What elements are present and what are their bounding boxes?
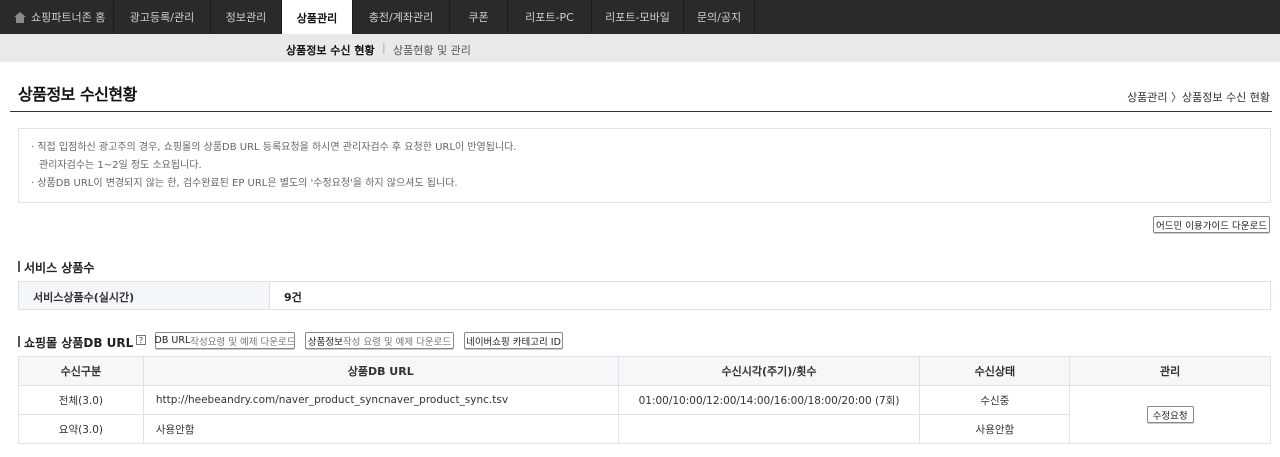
- db-url-guide-light: 작성요령 및 예제 다운로드: [190, 336, 296, 348]
- cell-db-url: 사용안함: [142, 414, 619, 444]
- tab-info-manage[interactable]: 정보관리: [211, 0, 282, 34]
- header-receive-type: 수신구분: [18, 356, 144, 386]
- cell-receive-status: 수신중: [919, 385, 1071, 415]
- page-title: 상품정보 수신현황: [18, 85, 137, 104]
- tab-coupon[interactable]: 쿠폰: [450, 0, 508, 34]
- subnav-separator: |: [382, 41, 386, 54]
- title-divider: [10, 111, 1272, 112]
- notice-line: 관리자검수는 1~2일 정도 소요됩니다.: [39, 160, 202, 171]
- naver-category-id-label: 네이버쇼핑 카테고리 ID: [466, 336, 561, 348]
- tab-product-manage[interactable]: 상품관리: [282, 0, 353, 35]
- cell-receive-type: 전체(3.0): [18, 385, 144, 415]
- cell-receive-status: 사용안함: [919, 414, 1071, 444]
- header-db-url: 상품DB URL: [142, 356, 619, 386]
- tab-report-pc[interactable]: 리포트-PC: [508, 0, 592, 34]
- notice-box: · 직접 입점하신 광고주의 경우, 쇼핑몰의 상품DB URL 등록요청을 하…: [18, 128, 1271, 203]
- guide-download-button[interactable]: 어드민 이용가이드 다운로드: [1153, 216, 1270, 233]
- home-icon: [14, 11, 26, 23]
- nav-home-label: 쇼핑파트너존 홈: [31, 11, 106, 24]
- notice-line: · 상품DB URL이 변경되지 않는 한, 검수완료된 EP URL은 별도의…: [31, 178, 458, 189]
- sub-nav: 상품정보 수신 현황 | 상품현황 및 관리: [0, 34, 1280, 62]
- service-count-value: 9건: [284, 291, 302, 304]
- db-url-table: 수신구분 상품DB URL 수신시각(주기)/횟수 수신상태 관리 전체(3.0…: [18, 356, 1271, 444]
- tab-report-mobile[interactable]: 리포트-모바일: [592, 0, 684, 34]
- header-receive-time: 수신시각(주기)/횟수: [617, 356, 921, 386]
- cell-receive-time: [617, 414, 921, 444]
- service-count-title: 서비스 상품수: [18, 259, 94, 276]
- cell-receive-type: 요약(3.0): [18, 414, 144, 444]
- tab-inquiry-notice[interactable]: 문의/공지: [684, 0, 755, 34]
- product-info-guide-strong: 상품정보: [307, 336, 343, 348]
- subnav-item-product-status[interactable]: 상품현황 및 관리: [393, 42, 471, 58]
- cell-db-url: http://heebeandry.com/naver_product_sync…: [142, 385, 619, 415]
- table-header-row: 수신구분 상품DB URL 수신시각(주기)/횟수 수신상태 관리: [18, 356, 1271, 386]
- service-count-box: 서비스상품수(실시간) 9건: [18, 281, 1271, 310]
- product-info-guide-light: 작성 요령 및 예제 다운로드: [342, 336, 452, 348]
- breadcrumb: 상품관리 〉상품정보 수신 현황: [1127, 91, 1270, 104]
- db-url-guide-button[interactable]: DB URL 작성요령 및 예제 다운로드: [155, 332, 295, 349]
- header-receive-status: 수신상태: [919, 356, 1071, 386]
- subnav-item-receive-status[interactable]: 상품정보 수신 현황: [286, 42, 375, 58]
- db-url-guide-strong: DB URL: [154, 335, 191, 346]
- cell-receive-time: 01:00/10:00/12:00/14:00/16:00/18:00/20:0…: [617, 385, 921, 415]
- table-row: 전체(3.0) http://heebeandry.com/naver_prod…: [18, 385, 1271, 444]
- naver-category-id-button[interactable]: 네이버쇼핑 카테고리 ID: [464, 332, 563, 349]
- notice-line: · 직접 입점하신 광고주의 경우, 쇼핑몰의 상품DB URL 등록요청을 하…: [31, 142, 517, 153]
- nav-home[interactable]: 쇼핑파트너존 홈: [0, 0, 114, 34]
- top-nav: 쇼핑파트너존 홈 광고등록/관리 정보관리 상품관리 충전/계좌관리 쿠폰 리포…: [0, 0, 1280, 35]
- edit-request-button[interactable]: 수정요청: [1146, 406, 1194, 423]
- tab-charge-account[interactable]: 충전/계좌관리: [353, 0, 450, 34]
- help-icon[interactable]: ?: [136, 335, 146, 345]
- product-info-guide-button[interactable]: 상품정보 작성 요령 및 예제 다운로드: [305, 332, 454, 349]
- db-url-title: 쇼핑몰 상품DB URL: [18, 334, 133, 351]
- cell-manage: 수정요청: [1069, 385, 1271, 444]
- service-count-label: 서비스상품수(실시간): [19, 282, 270, 309]
- header-manage: 관리: [1069, 356, 1271, 386]
- tab-ad-register[interactable]: 광고등록/관리: [114, 0, 211, 34]
